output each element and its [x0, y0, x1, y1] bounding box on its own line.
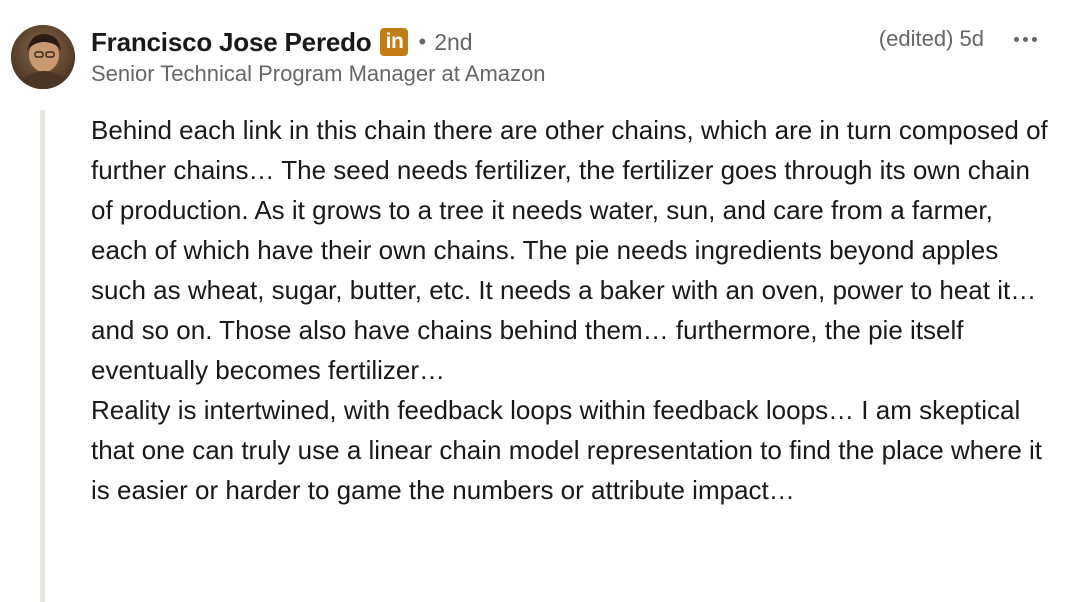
edited-label: (edited) — [878, 26, 954, 51]
linkedin-premium-icon: in — [380, 28, 409, 56]
comment-body: Behind each link in this chain there are… — [91, 110, 1056, 510]
thread-line — [40, 110, 45, 602]
author-headline: Senior Technical Program Manager at Amaz… — [91, 61, 546, 86]
separator-dot: • — [418, 29, 427, 54]
avatar-image — [11, 25, 75, 89]
comment: Francisco Jose Peredo in • 2nd Senior Te… — [0, 0, 1070, 602]
connection-degree: 2nd — [434, 28, 473, 55]
comment-paragraph: Behind each link in this chain there are… — [91, 115, 1048, 385]
avatar[interactable] — [11, 25, 75, 89]
comment-age: 5d — [959, 26, 984, 51]
author-name[interactable]: Francisco Jose Peredo — [91, 27, 372, 58]
author-line: Francisco Jose Peredo in • 2nd — [91, 24, 473, 60]
comment-paragraph: Reality is intertwined, with feedback lo… — [91, 395, 1043, 505]
more-options-button[interactable] — [1005, 24, 1045, 54]
comment-meta: (edited) 5d — [879, 26, 984, 52]
ellipsis-horizontal-icon — [1013, 36, 1019, 42]
